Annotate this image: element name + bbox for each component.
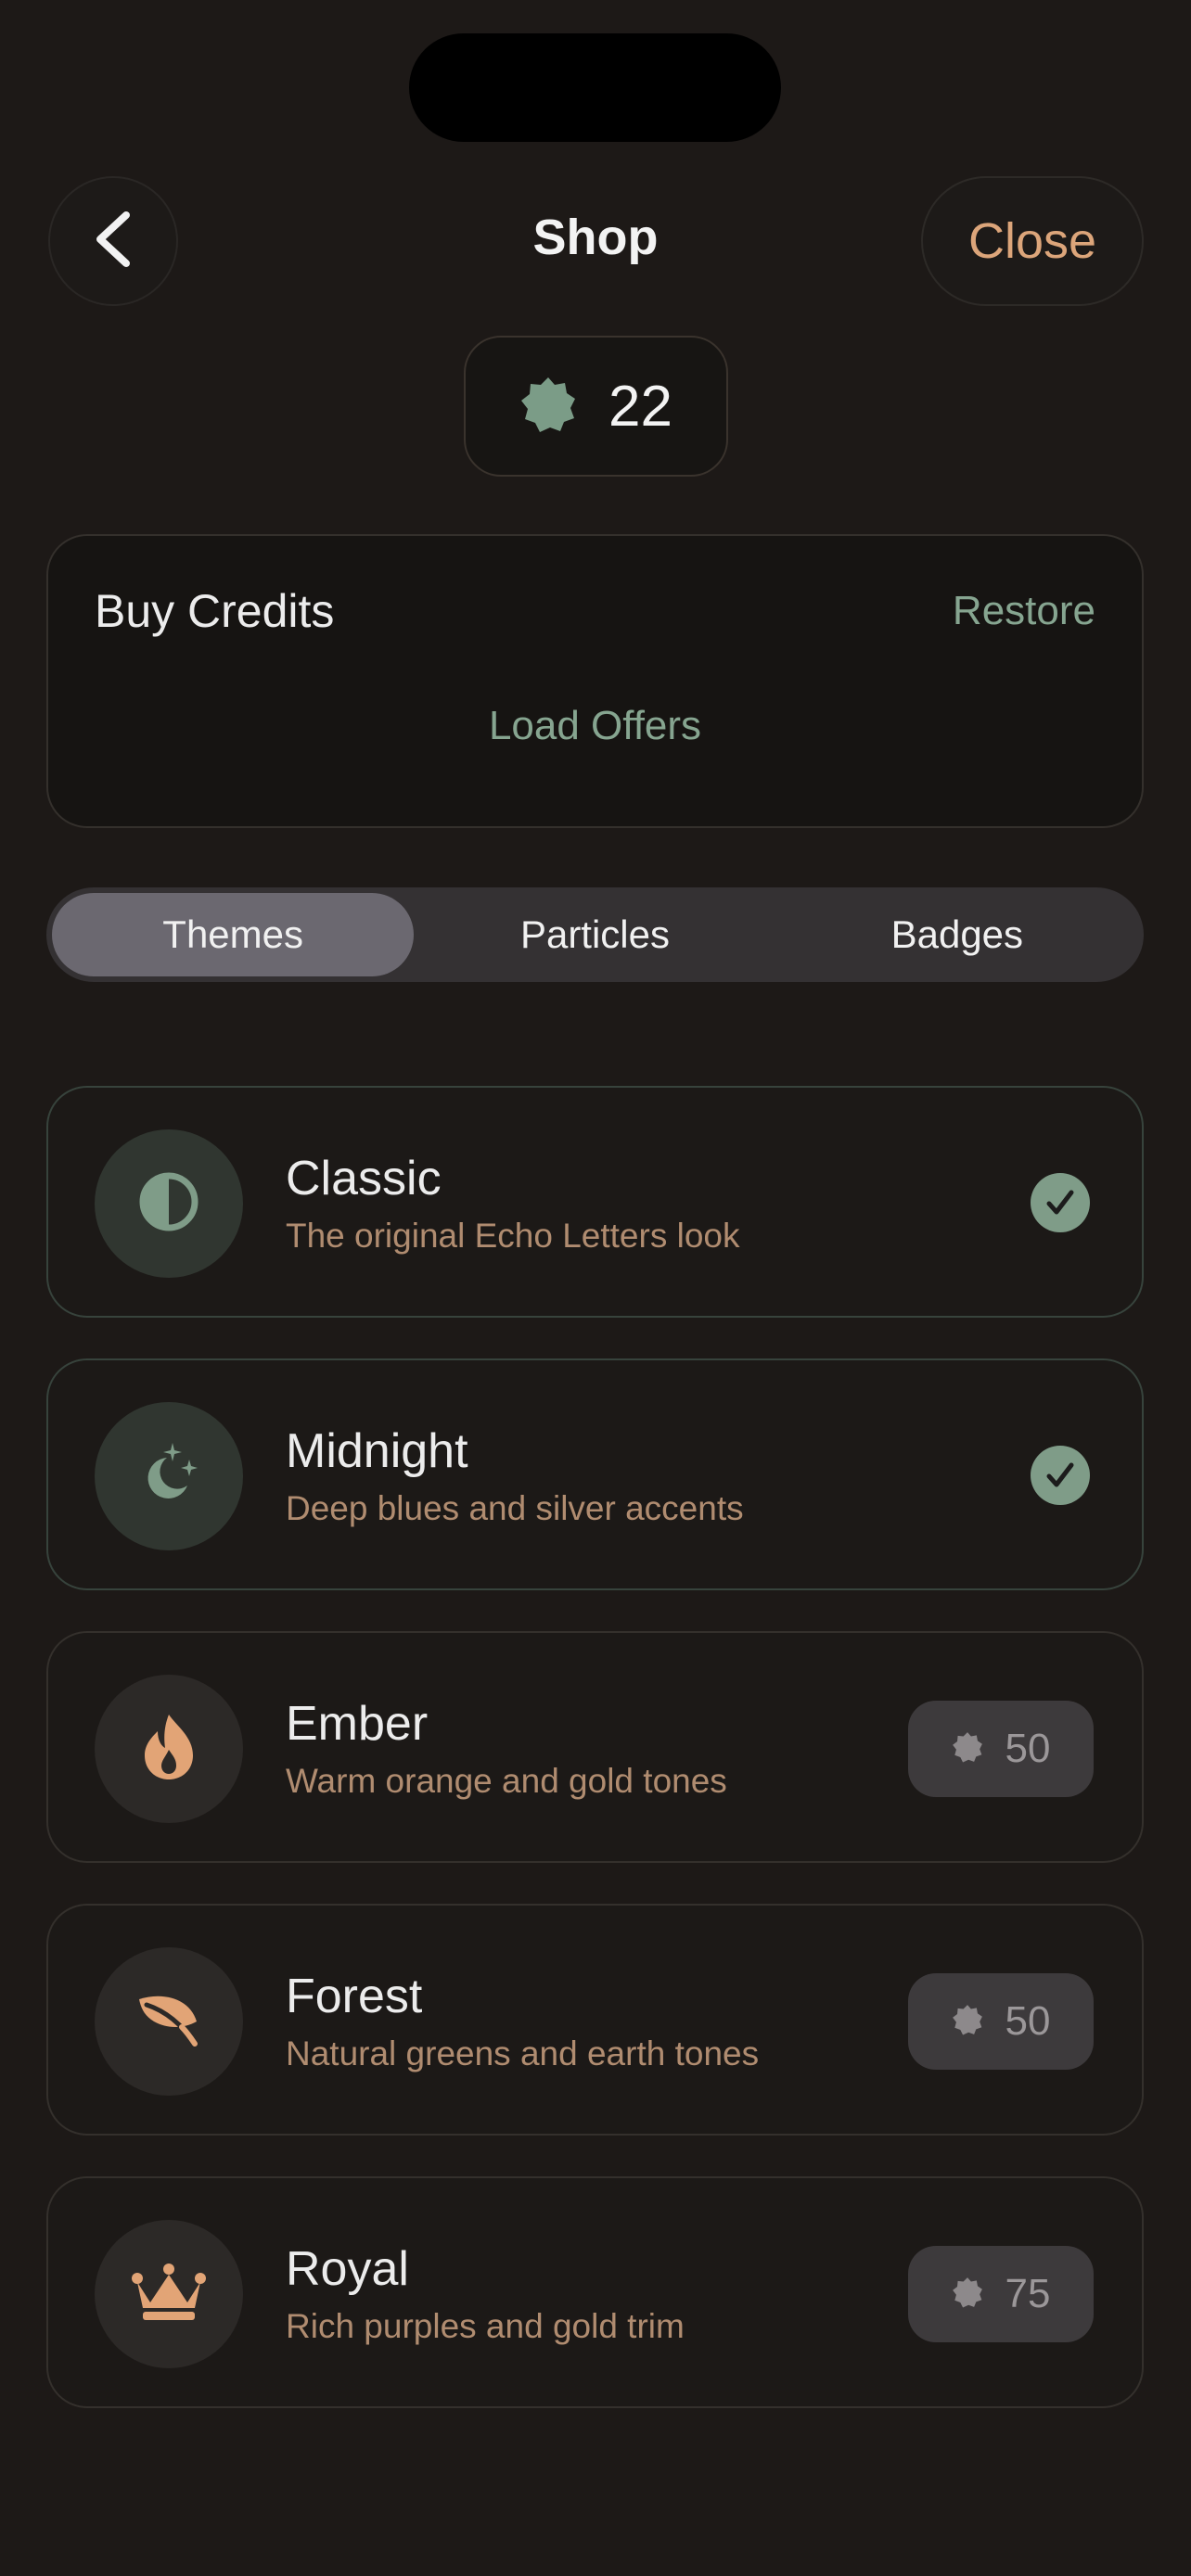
theme-name: Classic	[286, 1152, 442, 1205]
moon-stars-icon	[134, 1439, 204, 1514]
theme-icon-container	[95, 1947, 243, 2096]
theme-icon-container	[95, 1129, 243, 1278]
load-offers-button[interactable]: Load Offers	[48, 703, 1142, 749]
credit-badge-icon	[519, 376, 577, 438]
half-circle-icon	[138, 1171, 199, 1237]
owned-checkmark-icon	[1031, 1173, 1090, 1232]
theme-card-classic[interactable]: Classic The original Echo Letters look	[46, 1086, 1144, 1318]
close-button[interactable]: Close	[921, 176, 1144, 306]
theme-icon-container	[95, 2220, 243, 2368]
credit-amount: 22	[608, 374, 672, 439]
price-button[interactable]: 50	[908, 1701, 1094, 1797]
tab-themes[interactable]: Themes	[52, 893, 415, 976]
theme-card-forest[interactable]: Forest Natural greens and earth tones 50	[46, 1904, 1144, 2136]
credit-badge-icon	[952, 2004, 983, 2040]
theme-description: Natural greens and earth tones	[286, 2034, 760, 2072]
theme-description: Deep blues and silver accents	[286, 1489, 744, 1527]
theme-name: Ember	[286, 1697, 429, 1751]
theme-icon-container	[95, 1675, 243, 1823]
back-button[interactable]	[48, 176, 178, 306]
theme-name: Midnight	[286, 1424, 468, 1478]
theme-description: The original Echo Letters look	[286, 1217, 740, 1255]
category-segmented-control: Themes Particles Badges	[46, 887, 1144, 982]
price-button[interactable]: 50	[908, 1973, 1094, 2070]
flame-icon	[139, 1713, 198, 1786]
theme-description: Rich purples and gold trim	[286, 2307, 685, 2345]
theme-name: Forest	[286, 1970, 423, 2023]
theme-card-midnight[interactable]: Midnight Deep blues and silver accents	[46, 1358, 1144, 1590]
theme-icon-container	[95, 1402, 243, 1550]
credit-badge-icon	[952, 2276, 983, 2313]
price-value: 50	[1005, 1998, 1051, 2044]
crown-icon	[130, 2262, 208, 2327]
credit-badge-icon	[952, 1731, 983, 1767]
chevron-left-icon	[91, 210, 135, 274]
price-button[interactable]: 75	[908, 2246, 1094, 2342]
buy-credits-heading: Buy Credits	[95, 585, 335, 637]
restore-button[interactable]: Restore	[953, 588, 1095, 634]
price-value: 50	[1005, 1726, 1051, 1771]
credit-balance: 22	[464, 336, 728, 477]
leaf-icon	[134, 1990, 204, 2054]
theme-name: Royal	[286, 2242, 409, 2296]
price-value: 75	[1005, 2271, 1051, 2316]
theme-description: Warm orange and gold tones	[286, 1762, 727, 1800]
buy-credits-card: Buy Credits Restore Load Offers	[46, 534, 1144, 828]
tab-badges[interactable]: Badges	[776, 893, 1138, 976]
tab-particles[interactable]: Particles	[414, 893, 775, 976]
theme-card-royal[interactable]: Royal Rich purples and gold trim 75	[46, 2176, 1144, 2408]
theme-card-ember[interactable]: Ember Warm orange and gold tones 50	[46, 1631, 1144, 1863]
owned-checkmark-icon	[1031, 1446, 1090, 1505]
dynamic-island	[409, 33, 781, 142]
